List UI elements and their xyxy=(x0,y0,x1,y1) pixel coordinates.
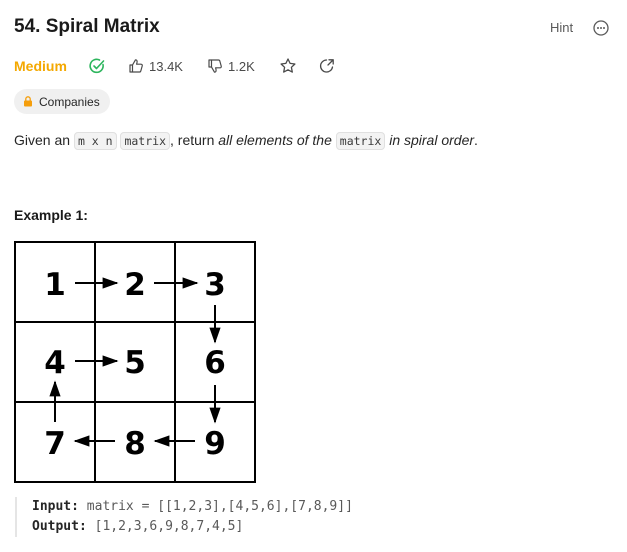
companies-tag[interactable]: Companies xyxy=(14,89,110,114)
input-line: Input: matrix = [[1,2,3],[4,5,6],[7,8,9]… xyxy=(32,497,353,517)
thumbs-down-icon xyxy=(208,59,222,73)
code-m-x-n: m x n xyxy=(73,132,117,150)
like-count: 13.4K xyxy=(149,58,183,74)
example-title: Example 1: xyxy=(14,207,88,223)
input-label: Input: xyxy=(32,499,79,514)
code-matrix: matrix xyxy=(120,132,170,150)
problem-description: Given an m x n matrix, return all elemen… xyxy=(14,132,478,150)
hint-button[interactable]: Hint xyxy=(550,20,573,35)
star-icon[interactable] xyxy=(279,57,297,75)
example-io-block: Input: matrix = [[1,2,3],[4,5,6],[7,8,9]… xyxy=(15,497,353,537)
problem-title: 54. Spiral Matrix xyxy=(14,16,160,37)
desc-prefix: Given an xyxy=(14,132,74,148)
output-line: Output: [1,2,3,6,9,8,7,4,5] xyxy=(32,517,353,537)
dislike-button[interactable]: 1.2K xyxy=(207,57,255,75)
desc-middle: , return xyxy=(170,132,219,148)
matrix-cell: 1 xyxy=(44,267,66,303)
desc-italic-2: in spiral order xyxy=(389,132,475,148)
matrix-cell: 3 xyxy=(204,267,226,303)
matrix-cell: 8 xyxy=(124,426,146,462)
output-label: Output: xyxy=(32,519,87,534)
share-icon[interactable] xyxy=(318,57,336,75)
companies-label: Companies xyxy=(39,94,100,109)
matrix-cell: 9 xyxy=(204,426,226,462)
difficulty-badge[interactable]: Medium xyxy=(14,58,67,74)
code-matrix-2: matrix xyxy=(335,132,386,150)
spiral-matrix-figure: 1 2 3 4 5 6 7 8 9 xyxy=(14,241,256,483)
matrix-cell: 6 xyxy=(204,345,226,381)
matrix-cell: 2 xyxy=(124,267,146,303)
thumbs-up-icon xyxy=(129,59,143,73)
desc-suffix: . xyxy=(474,132,478,148)
matrix-cell: 4 xyxy=(44,345,66,381)
solved-check-icon xyxy=(89,58,105,74)
dislike-count: 1.2K xyxy=(228,58,255,74)
like-button[interactable]: 13.4K xyxy=(128,57,183,75)
lock-icon xyxy=(24,96,32,107)
matrix-cell: 7 xyxy=(44,426,66,462)
output-value: [1,2,3,6,9,8,7,4,5] xyxy=(94,519,244,534)
more-icon[interactable] xyxy=(593,20,609,36)
matrix-cell: 5 xyxy=(124,345,146,381)
desc-italic-1: all elements of the xyxy=(218,132,332,148)
problem-meta-bar: Medium 13.4K 1.2K xyxy=(14,57,614,77)
input-value: matrix = [[1,2,3],[4,5,6],[7,8,9]] xyxy=(86,499,353,514)
